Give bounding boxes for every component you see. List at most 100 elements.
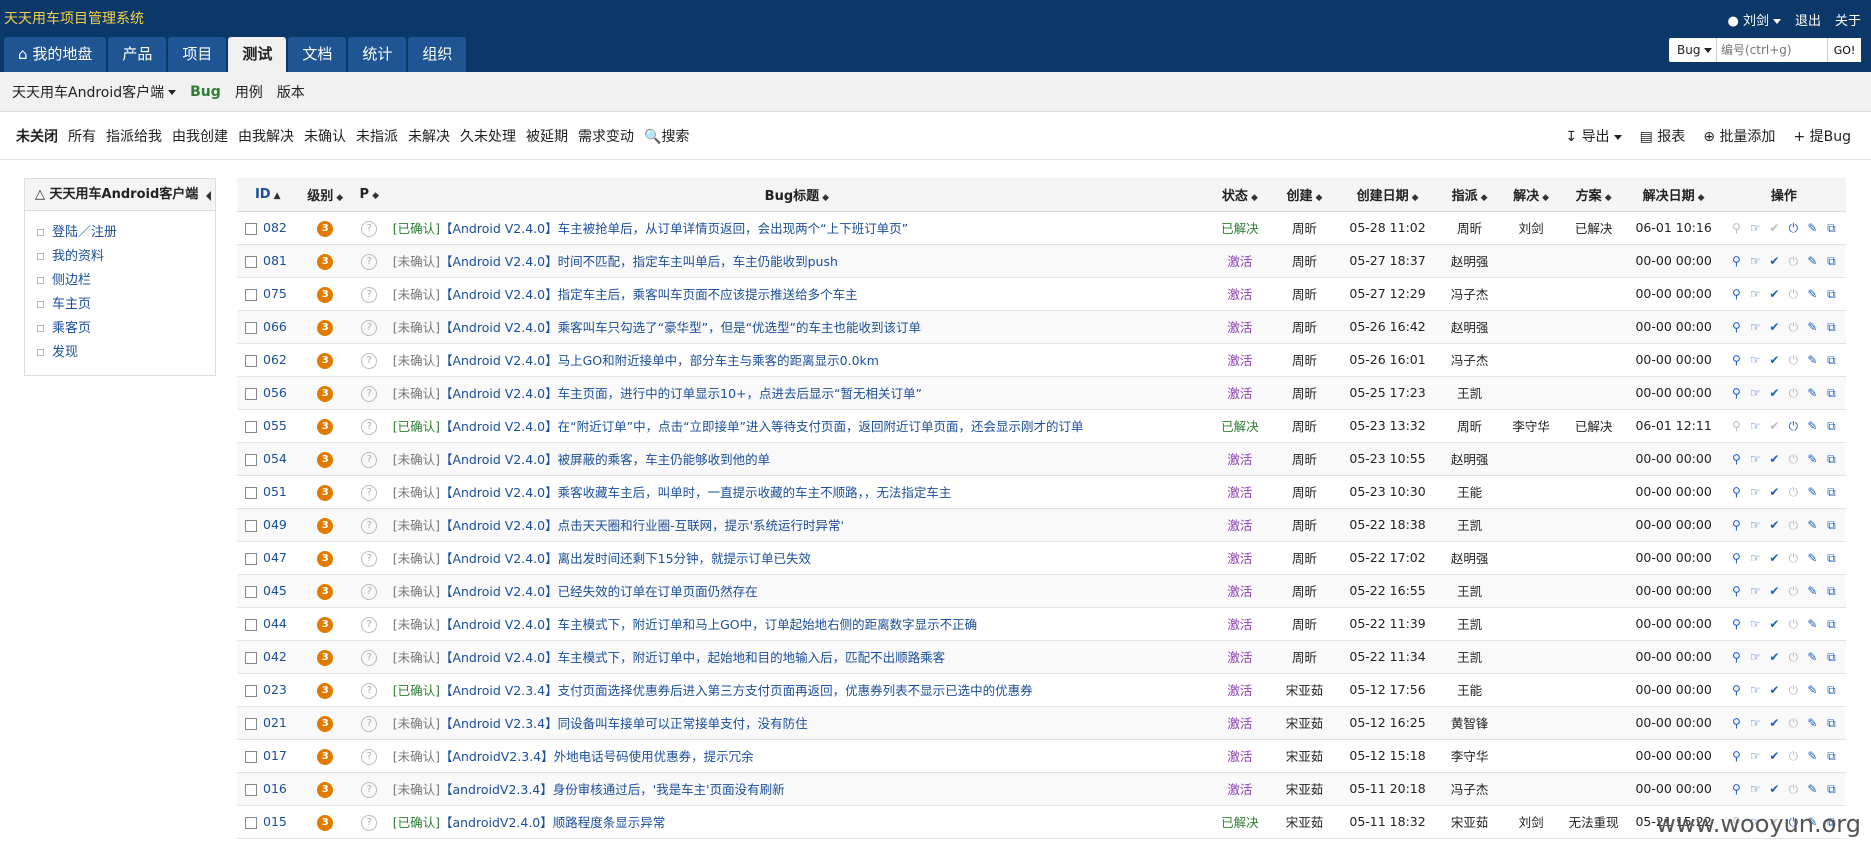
copy-icon[interactable]: ⧉ xyxy=(1824,584,1838,598)
row-checkbox[interactable] xyxy=(245,750,257,763)
confirm-icon[interactable]: ⚲ xyxy=(1729,485,1743,499)
col-creator[interactable]: 创建 ◆ xyxy=(1272,178,1337,212)
close-icon[interactable]: ⏻ xyxy=(1786,320,1800,334)
bug-id-link[interactable]: 081 xyxy=(263,253,287,268)
confirm-icon[interactable]: ⚲ xyxy=(1729,287,1743,301)
confirm-icon[interactable]: ⚲ xyxy=(1729,683,1743,697)
bug-title-link[interactable]: 【AndroidV2.3.4】外地电话号码使用优惠券，提示冗余 xyxy=(440,749,754,764)
cell-title[interactable]: [未确认]【Android V2.4.0】指定车主后，乘客叫车页面不应该提示推送… xyxy=(386,277,1208,311)
resolve-icon[interactable]: ✔ xyxy=(1767,782,1781,796)
row-checkbox[interactable] xyxy=(245,453,257,466)
nav-tab-company[interactable]: 组织 xyxy=(408,37,467,72)
close-icon[interactable]: ⏻ xyxy=(1786,782,1800,796)
row-checkbox[interactable] xyxy=(245,651,257,664)
bug-id-link[interactable]: 075 xyxy=(263,286,287,301)
assign-icon[interactable]: ☞ xyxy=(1748,353,1762,367)
nav-tab-project[interactable]: 项目 xyxy=(168,37,227,72)
assign-icon[interactable]: ☞ xyxy=(1748,287,1762,301)
copy-icon[interactable]: ⧉ xyxy=(1824,650,1838,664)
tree-item[interactable]: 乘客页 xyxy=(37,317,215,341)
go-button[interactable]: GO! xyxy=(1827,38,1861,62)
confirm-icon[interactable]: ⚲ xyxy=(1729,419,1743,433)
filter-longlife[interactable]: 久未处理 xyxy=(460,126,516,146)
cell-id[interactable]: 049 xyxy=(237,508,299,542)
bug-id-link[interactable]: 016 xyxy=(263,781,287,796)
edit-icon[interactable]: ✎ xyxy=(1805,551,1819,565)
assign-icon[interactable]: ☞ xyxy=(1748,650,1762,664)
cell-id[interactable]: 016 xyxy=(237,772,299,806)
resolve-icon[interactable]: ✔ xyxy=(1767,485,1781,499)
copy-icon[interactable]: ⧉ xyxy=(1824,485,1838,499)
resolve-icon[interactable]: ✔ xyxy=(1767,452,1781,466)
bug-title-link[interactable]: 【Android V2.4.0】已经失效的订单在订单页面仍然存在 xyxy=(440,584,758,599)
row-checkbox[interactable] xyxy=(245,552,257,565)
about-link[interactable]: 关于 xyxy=(1835,10,1861,29)
filter-needconfirm[interactable]: 需求变动 xyxy=(578,126,634,146)
product-switcher[interactable]: 天天用车Android客户端 xyxy=(12,82,177,102)
copy-icon[interactable]: ⧉ xyxy=(1824,782,1838,796)
cell-title[interactable]: [已确认]【Android V2.4.0】在“附近订单”中，点击“立即接单”进入… xyxy=(386,409,1208,443)
copy-icon[interactable]: ⧉ xyxy=(1824,518,1838,532)
cell-title[interactable]: [未确认]【Android V2.4.0】时间不匹配，指定车主叫单后，车主仍能收… xyxy=(386,244,1208,278)
bug-id-link[interactable]: 015 xyxy=(263,814,287,829)
cell-id[interactable]: 044 xyxy=(237,607,299,641)
assign-icon[interactable]: ☞ xyxy=(1748,419,1762,433)
copy-icon[interactable]: ⧉ xyxy=(1824,419,1838,433)
row-checkbox[interactable] xyxy=(245,519,257,532)
edit-icon[interactable]: ✎ xyxy=(1805,683,1819,697)
filter-opened-by-me[interactable]: 由我创建 xyxy=(172,126,228,146)
confirm-icon[interactable]: ⚲ xyxy=(1729,320,1743,334)
assign-icon[interactable]: ☞ xyxy=(1748,782,1762,796)
cell-title[interactable]: [未确认]【Android V2.3.4】同设备叫车接单可以正常接单支付，没有防… xyxy=(386,706,1208,740)
resolve-icon[interactable]: ✔ xyxy=(1767,551,1781,565)
assign-icon[interactable]: ☞ xyxy=(1748,386,1762,400)
edit-icon[interactable]: ✎ xyxy=(1805,485,1819,499)
row-checkbox[interactable] xyxy=(245,717,257,730)
filter-unclosed[interactable]: 未关闭 xyxy=(16,126,58,146)
cell-title[interactable]: [已确认]【Android V2.4.0】车主被抢单后，从订单详情页返回，会出现… xyxy=(386,211,1208,245)
close-icon[interactable]: ⏻ xyxy=(1786,452,1800,466)
bug-title-link[interactable]: 【Android V2.4.0】马上GO和附近接单中，部分车主与乘客的距离显示0… xyxy=(440,353,879,368)
bug-title-link[interactable]: 【Android V2.4.0】车主模式下，附近订单中，起始地和目的地输入后，匹… xyxy=(440,650,945,665)
cell-id[interactable]: 042 xyxy=(237,640,299,674)
copy-icon[interactable]: ⧉ xyxy=(1824,551,1838,565)
bug-title-link[interactable]: 【androidV2.3.4】身份审核通过后，'我是车主'页面没有刷新 xyxy=(440,782,785,797)
edit-icon[interactable]: ✎ xyxy=(1805,518,1819,532)
bug-title-link[interactable]: 【Android V2.4.0】离出发时间还剩下15分钟，就提示订单已失效 xyxy=(440,551,811,566)
confirm-icon[interactable]: ⚲ xyxy=(1729,617,1743,631)
bug-id-link[interactable]: 021 xyxy=(263,715,287,730)
close-icon[interactable]: ⏻ xyxy=(1786,683,1800,697)
row-checkbox[interactable] xyxy=(245,486,257,499)
row-checkbox[interactable] xyxy=(245,255,257,268)
cell-id[interactable]: 062 xyxy=(237,343,299,377)
assign-icon[interactable]: ☞ xyxy=(1748,716,1762,730)
collapse-icon[interactable] xyxy=(206,191,211,201)
row-checkbox[interactable] xyxy=(245,585,257,598)
edit-icon[interactable]: ✎ xyxy=(1805,452,1819,466)
cell-title[interactable]: [未确认]【Android V2.4.0】乘客叫车只勾选了“豪华型”，但是“优选… xyxy=(386,310,1208,344)
col-assign[interactable]: 指派 ◆ xyxy=(1438,178,1501,212)
close-icon[interactable]: ⏻ xyxy=(1786,716,1800,730)
resolve-icon[interactable]: ✔ xyxy=(1767,716,1781,730)
col-id[interactable]: ID ▲ xyxy=(237,178,299,212)
resolve-icon[interactable]: ✔ xyxy=(1767,683,1781,697)
resolve-icon[interactable]: ✔ xyxy=(1767,749,1781,763)
copy-icon[interactable]: ⧉ xyxy=(1824,287,1838,301)
row-checkbox[interactable] xyxy=(245,387,257,400)
cell-id[interactable]: 075 xyxy=(237,277,299,311)
bug-id-link[interactable]: 056 xyxy=(263,385,287,400)
subnav-build[interactable]: 版本 xyxy=(277,82,305,102)
batch-add-button[interactable]: ⊕ 批量添加 xyxy=(1703,126,1775,146)
row-checkbox[interactable] xyxy=(245,618,257,631)
bug-id-link[interactable]: 044 xyxy=(263,616,287,631)
resolve-icon[interactable]: ✔ xyxy=(1767,353,1781,367)
close-icon[interactable]: ⏻ xyxy=(1786,386,1800,400)
subnav-bug[interactable]: Bug xyxy=(190,84,221,100)
search-input[interactable] xyxy=(1717,38,1827,62)
cell-title[interactable]: [未确认]【Android V2.4.0】点击天天圈和行业圈-互联网，提示'系统… xyxy=(386,508,1208,542)
bug-title-link[interactable]: 【Android V2.4.0】乘客收藏车主后，叫单时，一直提示收藏的车主不顺路… xyxy=(440,485,951,500)
confirm-icon[interactable]: ⚲ xyxy=(1729,221,1743,235)
col-pri[interactable]: P ◆ xyxy=(351,178,387,212)
resolve-icon[interactable]: ✔ xyxy=(1767,584,1781,598)
assign-icon[interactable]: ☞ xyxy=(1748,749,1762,763)
